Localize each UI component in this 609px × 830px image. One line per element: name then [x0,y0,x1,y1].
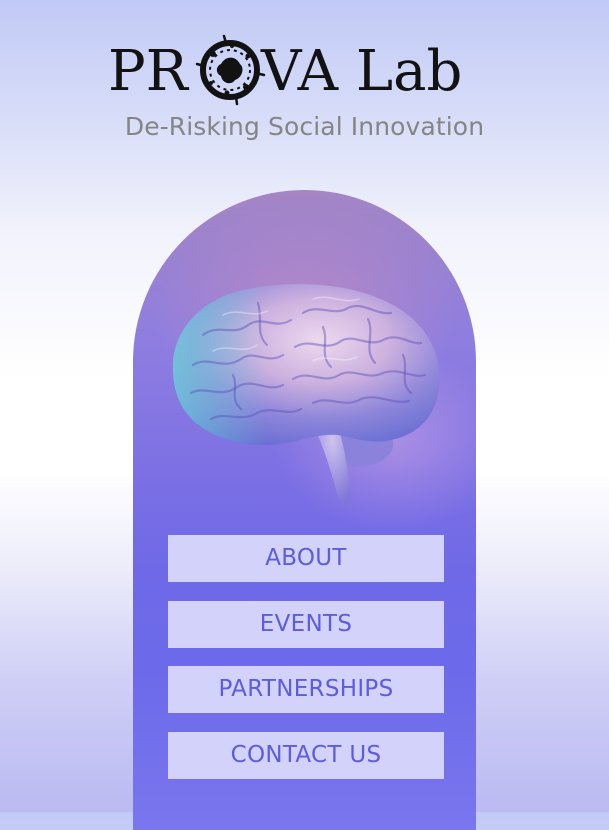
menu-about-button[interactable]: ABOUT [168,535,444,582]
logo-text-va: VA Lab [260,39,462,104]
hero-arch: ABOUT EVENTS PARTNERSHIPS CONTACT US [133,190,476,830]
prova-lab-logo[interactable]: PR VA Lab [108,32,500,106]
menu-partnerships-button[interactable]: PARTNERSHIPS [168,666,444,713]
logo-text-pr: PR [108,39,190,104]
site-header: PR VA Lab De-Risking Social Innovation [0,0,609,170]
menu-contact-us-button[interactable]: CONTACT US [168,732,444,779]
menu-events-button[interactable]: EVENTS [168,601,444,648]
tagline: De-Risking Social Innovation [124,112,485,141]
main-menu: ABOUT EVENTS PARTNERSHIPS CONTACT US [168,535,444,798]
brain-icon [172,284,440,506]
ink-splat-o-icon [195,34,266,106]
